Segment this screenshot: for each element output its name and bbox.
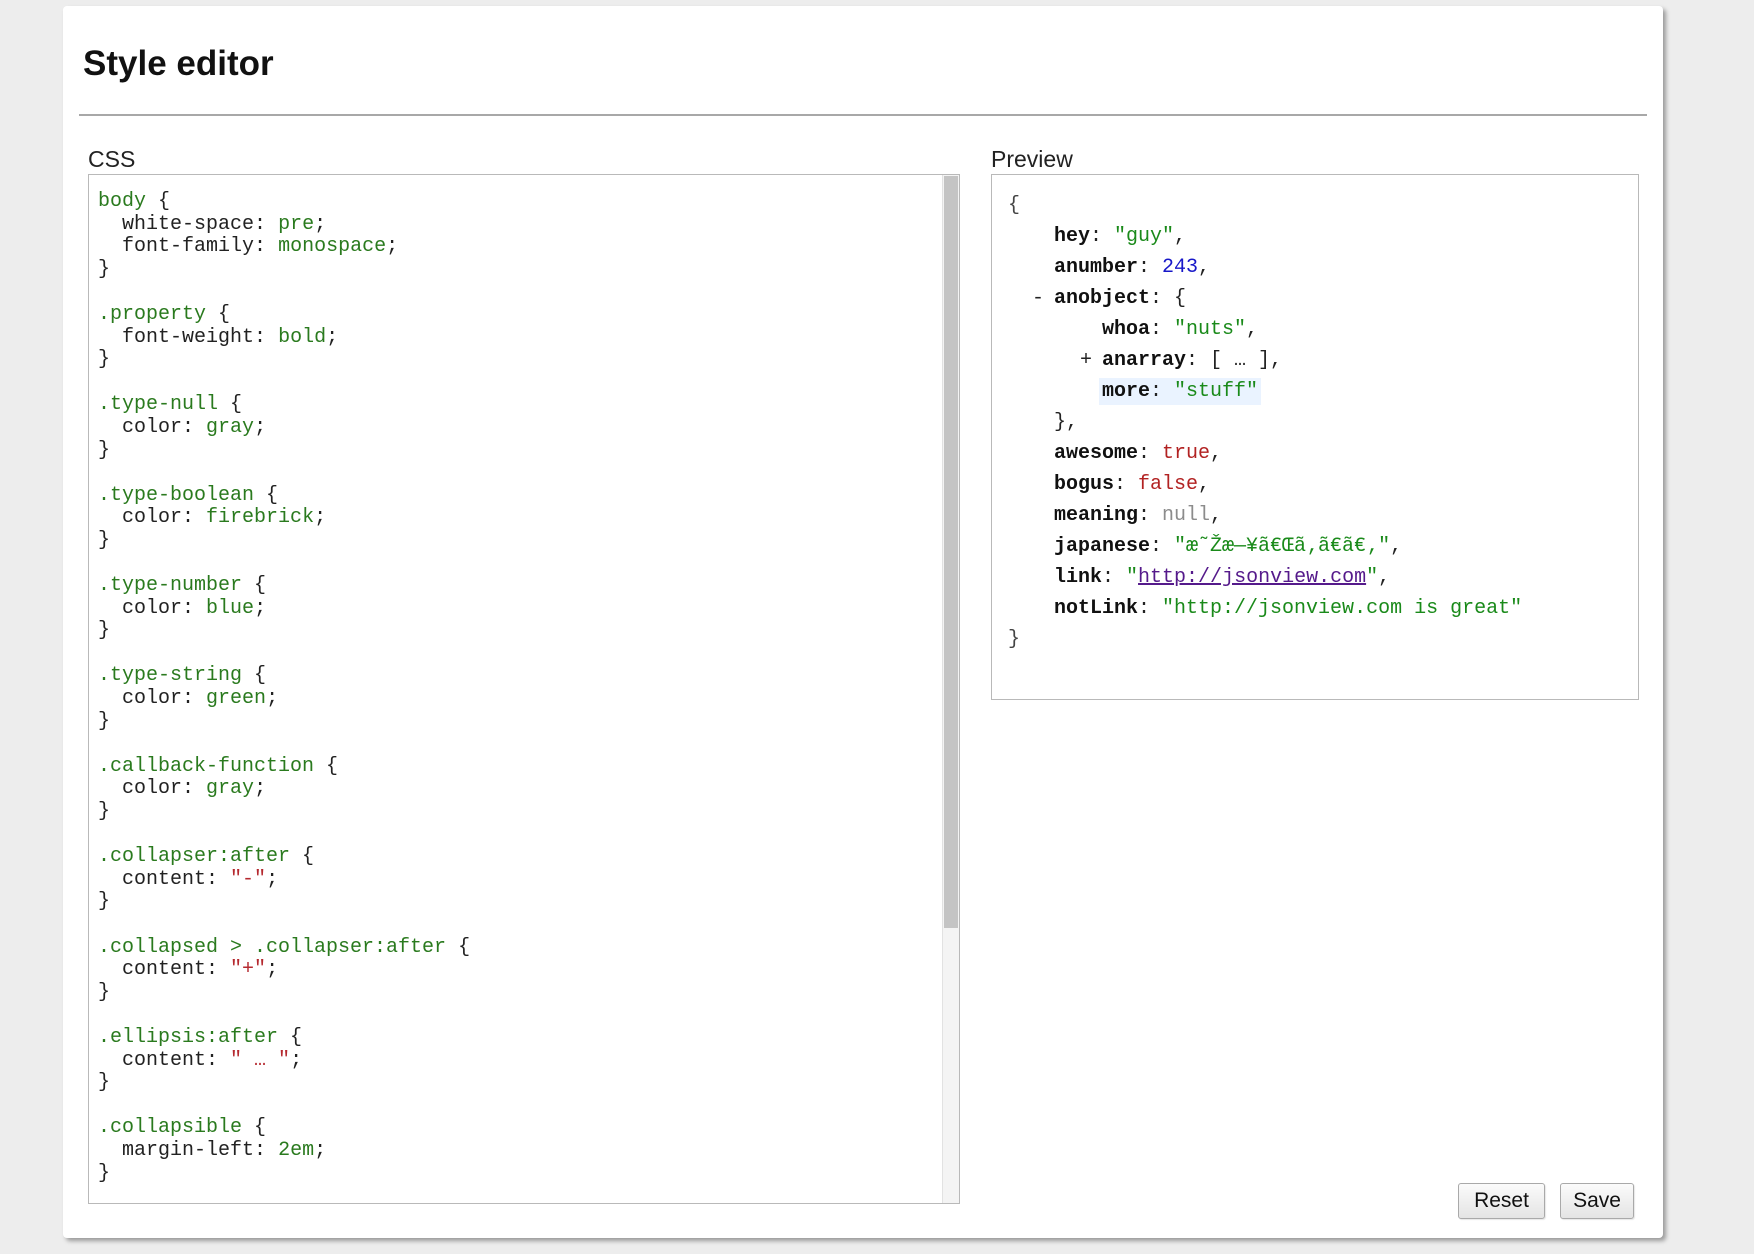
css-label: CSS: [88, 146, 136, 172]
css-selector: .callback-function: [98, 754, 315, 778]
object-close: },: [1008, 407, 1522, 438]
css-selector: .collapsible: [98, 1116, 243, 1140]
json-entry-more: more: "stuff": [1008, 376, 1522, 407]
css-property: color: [122, 415, 183, 439]
style-editor-panel: Style editor CSS Preview body { white-sp…: [63, 6, 1663, 1238]
css-selector: .collapser:after: [98, 845, 291, 869]
css-code[interactable]: body { white-space: pre; font-family: mo…: [98, 190, 470, 1185]
property-key: awesome: [1054, 442, 1139, 465]
json-entry-hey: hey: "guy",: [1054, 225, 1187, 248]
expand-toggle[interactable]: +: [1074, 345, 1098, 376]
css-property: content: [122, 867, 207, 891]
string-value: "stuff": [1174, 380, 1259, 403]
css-value: firebrick: [206, 506, 315, 530]
css-value: " … ": [230, 1048, 291, 1072]
json-entry-bogus: bogus: false,: [1054, 473, 1211, 496]
css-property: color: [122, 777, 183, 801]
css-value: gray: [206, 415, 255, 439]
css-value: gray: [206, 777, 255, 801]
css-property: margin-left: [122, 1138, 255, 1162]
object-open-brace: {: [1174, 287, 1187, 310]
css-value: "-": [230, 867, 267, 891]
property-key: japanese: [1054, 535, 1151, 558]
json-entry-anobject: - anobject: {: [1008, 283, 1522, 314]
property-key: whoa: [1102, 318, 1151, 341]
property-key: anobject: [1054, 287, 1151, 310]
css-property: color: [122, 596, 183, 620]
css-value: bold: [278, 325, 327, 349]
css-property: font-weight: [122, 325, 255, 349]
save-button[interactable]: Save: [1560, 1183, 1634, 1219]
property-key: hey: [1054, 225, 1091, 248]
json-entry-awesome: awesome: true,: [1054, 442, 1223, 465]
collapsed-array[interactable]: [ … ]: [1210, 349, 1270, 372]
editor-scrollbar-track[interactable]: [942, 175, 959, 1203]
string-value: "æ˜Žæ—¥ã€Œã‚ã€ã€‚": [1174, 535, 1391, 558]
string-value: "guy": [1114, 225, 1175, 248]
property-key: link: [1054, 566, 1103, 589]
hovered-entry: more: "stuff": [1099, 378, 1262, 405]
boolean-value: false: [1138, 473, 1199, 496]
property-key: anumber: [1054, 256, 1139, 279]
close-brace: }: [1008, 628, 1021, 651]
null-value: null: [1162, 504, 1211, 527]
css-selector: .collapsed > .collapser:after: [98, 935, 447, 959]
css-selector: .property: [98, 302, 207, 326]
css-selector: .ellipsis:after: [98, 1025, 279, 1049]
css-value: green: [206, 687, 267, 711]
editor-scrollbar-thumb[interactable]: [944, 176, 958, 928]
css-property: font-family: [122, 235, 255, 259]
property-key: notLink: [1054, 597, 1139, 620]
title-divider: [79, 114, 1647, 116]
number-value: 243: [1162, 256, 1199, 279]
json-entry-notlink: notLink: "http://jsonview.com is great": [1054, 597, 1523, 620]
string-value: "http://jsonview.com is great": [1162, 597, 1523, 620]
json-entry-link: link: "http://jsonview.com",: [1054, 566, 1391, 589]
collapse-toggle[interactable]: -: [1026, 283, 1050, 314]
object-close-brace: },: [1054, 411, 1079, 434]
reset-button[interactable]: Reset: [1458, 1183, 1545, 1219]
string-value: "nuts": [1174, 318, 1247, 341]
property-key: bogus: [1054, 473, 1115, 496]
json-entry-meaning: meaning: null,: [1054, 504, 1223, 527]
css-property: color: [122, 687, 183, 711]
json-preview: { hey: "guy", anumber: 243, - anobject: {…: [991, 174, 1639, 700]
open-brace: {: [1008, 194, 1021, 217]
css-selector: body: [98, 190, 147, 213]
boolean-value: true: [1162, 442, 1211, 465]
css-selector: .type-null: [98, 393, 219, 417]
css-selector: .type-string: [98, 664, 243, 688]
json-root: { hey: "guy", anumber: 243, - anobject: {…: [1008, 190, 1522, 655]
property-key: anarray: [1102, 349, 1187, 372]
css-value: 2em: [278, 1138, 315, 1162]
page-title: Style editor: [83, 44, 274, 83]
css-value: "+": [230, 958, 267, 982]
property-key: more: [1102, 380, 1151, 403]
css-selector: .type-boolean: [98, 483, 255, 507]
json-entry-japanese: japanese: "æ˜Žæ—¥ã€Œã‚ã€ã€‚",: [1054, 535, 1403, 558]
css-property: white-space: [122, 212, 255, 236]
property-key: meaning: [1054, 504, 1139, 527]
css-selector: .type-number: [98, 574, 243, 598]
json-entry-anumber: anumber: 243,: [1054, 256, 1211, 279]
css-value: monospace: [278, 235, 387, 259]
css-property: content: [122, 1048, 207, 1072]
preview-label: Preview: [991, 146, 1073, 172]
css-value: blue: [206, 596, 255, 620]
css-property: content: [122, 958, 207, 982]
json-entry-anarray: + anarray: [ … ],: [1008, 345, 1522, 376]
css-value: pre: [278, 212, 315, 236]
json-entry-whoa: whoa: "nuts",: [1102, 318, 1259, 341]
jsonview-link[interactable]: http://jsonview.com: [1138, 566, 1366, 589]
css-editor[interactable]: body { white-space: pre; font-family: mo…: [88, 174, 960, 1204]
css-property: color: [122, 506, 183, 530]
